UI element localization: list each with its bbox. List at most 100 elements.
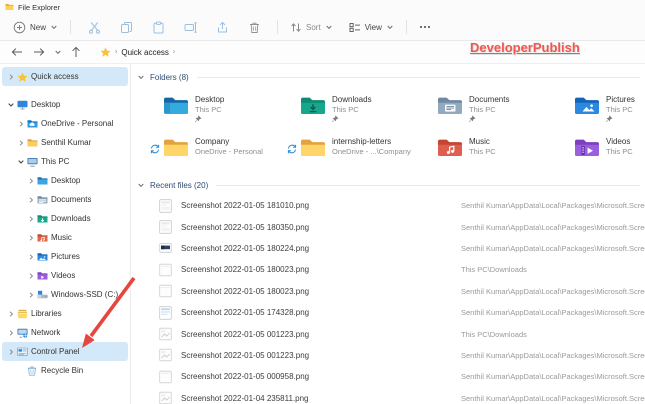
sidebar-item-windows-ssd-c[interactable]: Windows-SSD (C:) [2,285,128,304]
chevron-collapsed-icon[interactable] [26,234,36,242]
sidebar-item-senthil-kumar[interactable]: Senthil Kumar [2,133,128,152]
sidebar-item-label: Senthil Kumar [41,138,91,147]
chevron-collapsed-icon[interactable] [6,310,16,318]
see-more-button[interactable] [414,17,436,37]
chevron-down-icon[interactable] [137,181,145,189]
downloads-folder-icon [36,214,48,224]
chevron-collapsed-icon[interactable] [6,329,16,337]
chevron-collapsed-icon[interactable] [26,177,36,185]
recent-file-row[interactable]: Screenshot 2022-01-05 001223.pngThis PC\… [159,323,645,344]
forward-button[interactable] [28,43,50,61]
recent-file-row[interactable]: Screenshot 2022-01-05 180224.pngSenthil … [159,238,645,259]
recent-file-path: Senthil Kumar\AppData\Local\Packages\Mic… [461,223,645,232]
recent-file-row[interactable]: Screenshot 2022-01-05 180023.pngThis PC\… [159,259,645,280]
chevron-collapsed-icon[interactable] [16,120,26,128]
thumb-frame-icon [159,284,172,298]
rename-button[interactable] [174,17,206,37]
recent-files-section-header: Recent files (20) [137,178,640,192]
chevron-down-icon [54,48,62,56]
chevron-collapsed-icon[interactable] [26,215,36,223]
breadcrumb-chevron-icon: › [173,48,175,55]
chevron-collapsed-icon[interactable] [6,348,16,356]
folder-tile-music[interactable]: MusicThis PC [407,132,544,170]
sidebar-item-label: Libraries [31,309,62,318]
folder-tile-pictures[interactable]: PicturesThis PC [544,90,645,128]
more-icon [419,25,431,29]
command-bar: New Sort View [0,14,645,41]
chevron-collapsed-icon[interactable] [26,196,36,204]
folder-tile-company[interactable]: CompanyOneDrive - Personal [133,132,270,170]
chevron-expanded-icon[interactable] [16,158,26,166]
arrow-right-icon [33,47,45,57]
app-folder-icon [5,3,14,11]
sidebar-item-this-pc[interactable]: This PC [2,152,128,171]
folder-name: Downloads [332,95,372,104]
recent-file-name: Screenshot 2022-01-05 174328.png [181,308,461,317]
chevron-collapsed-icon[interactable] [26,272,36,280]
chevron-collapsed-icon[interactable] [6,73,16,81]
folder-tile-text: VideosThis PC [606,132,633,156]
recent-file-row[interactable]: Screenshot 2022-01-05 174328.pngSenthil … [159,302,645,323]
sidebar-item-recycle-bin[interactable]: Recycle Bin [2,361,128,380]
folder-downloads-icon [300,96,326,116]
sidebar-item-desktop[interactable]: Desktop [2,95,128,114]
recent-file-row[interactable]: Screenshot 2022-01-05 001223.pngSenthil … [159,345,645,366]
recent-file-path: This PC\Downloads [461,265,645,274]
cut-button[interactable] [78,17,110,37]
share-button[interactable] [206,17,238,37]
delete-button[interactable] [238,17,270,37]
toolbar-divider [70,20,71,34]
recent-locations-button[interactable] [50,43,65,61]
sidebar-item-desktop[interactable]: Desktop [2,171,128,190]
documents-folder-icon [36,195,48,205]
recent-file-name: Screenshot 2022-01-05 000958.png [181,372,461,381]
sidebar-item-downloads[interactable]: Downloads [2,209,128,228]
new-button[interactable]: New [8,17,63,37]
folder-tile-videos[interactable]: VideosThis PC [544,132,645,170]
arrow-up-icon [71,46,81,58]
sort-button[interactable]: Sort [285,17,338,37]
drive-icon [36,290,48,300]
pin-icon [469,115,509,122]
sidebar-item-label: Pictures [51,252,80,261]
breadcrumb-quick-access[interactable]: Quick access [121,48,169,57]
folder-name: Videos [606,137,633,146]
sidebar-item-pictures[interactable]: Pictures [2,247,128,266]
address-bar[interactable]: › Quick access › [96,44,179,61]
pin-icon [195,115,224,122]
chevron-collapsed-icon[interactable] [26,291,36,299]
folder-tile-downloads[interactable]: DownloadsThis PC [270,90,407,128]
sidebar-item-label: Videos [51,271,75,280]
up-button[interactable] [65,43,87,61]
sidebar-item-network[interactable]: Network [2,323,128,342]
sidebar-item-music[interactable]: Music [2,228,128,247]
sidebar-item-quick-access[interactable]: Quick access [2,67,128,86]
view-button[interactable]: View [344,17,399,37]
sort-button-label: Sort [306,23,321,32]
paste-button[interactable] [142,17,174,37]
folder-name: Desktop [195,95,224,104]
sort-arrows-icon [290,22,302,33]
recent-file-row[interactable]: Screenshot 2022-01-05 180023.pngSenthil … [159,281,645,302]
sidebar-item-onedrive-personal[interactable]: OneDrive - Personal [2,114,128,133]
sidebar-item-control-panel[interactable]: Control Panel [2,342,128,361]
recent-file-row[interactable]: Screenshot 2022-01-05 180350.pngSenthil … [159,216,645,237]
folder-tile-internship-letters[interactable]: internship-lettersOneDrive - ...\Company [270,132,407,170]
folder-tile-text: DownloadsThis PC [332,90,372,122]
chevron-collapsed-icon[interactable] [26,253,36,261]
back-button[interactable] [6,43,28,61]
copy-button[interactable] [110,17,142,37]
recent-file-row[interactable]: Screenshot 2022-01-05 000958.pngSenthil … [159,366,645,387]
folder-tile-desktop[interactable]: DesktopThis PC [133,90,270,128]
recent-file-row[interactable]: Screenshot 2022-01-04 235811.pngSenthil … [159,388,645,404]
sidebar-item-videos[interactable]: Videos [2,266,128,285]
chevron-down-icon[interactable] [137,73,145,81]
chevron-collapsed-icon[interactable] [16,139,26,147]
folder-tile-documents[interactable]: DocumentsThis PC [407,90,544,128]
chevron-expanded-icon[interactable] [6,101,16,109]
navigation-pane: Quick accessDesktopOneDrive - PersonalSe… [0,64,131,404]
sidebar-item-documents[interactable]: Documents [2,190,128,209]
recent-file-row[interactable]: Screenshot 2022-01-05 181010.pngSenthil … [159,195,645,216]
recent-file-path: Senthil Kumar\AppData\Local\Packages\Mic… [461,372,645,381]
sidebar-item-libraries[interactable]: Libraries [2,304,128,323]
